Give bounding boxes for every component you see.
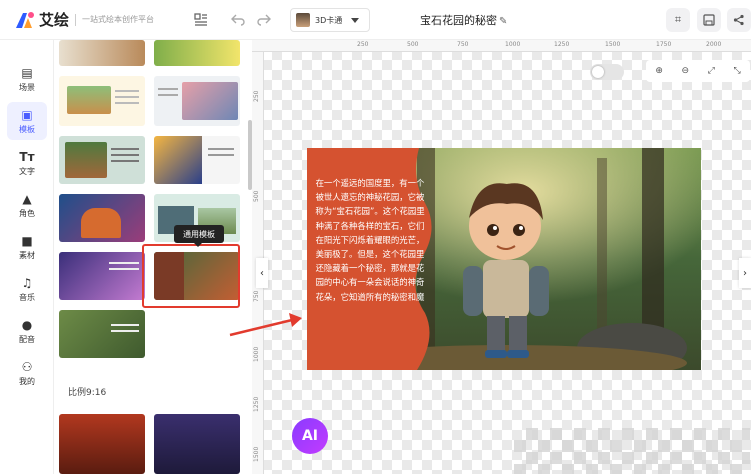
ruler-label: 1000 (253, 346, 260, 362)
save-icon (703, 14, 715, 26)
template-thumbnail[interactable] (59, 76, 145, 126)
sidebar-item-template[interactable]: ▣ 模板 (7, 102, 47, 140)
horizontal-ruler: 250 500 750 1000 1250 1500 1750 2000 (252, 40, 751, 52)
sidebar-item-label: 素材 (19, 250, 35, 260)
sidebar-item-music[interactable]: ♫ 音乐 (7, 270, 47, 308)
ruler-label: 500 (407, 41, 419, 48)
ai-button[interactable]: AI (292, 418, 328, 454)
character-icon: ▲ (22, 191, 32, 206)
ruler-label: 750 (253, 290, 260, 302)
chevron-down-icon (351, 18, 359, 23)
chevron-left-icon[interactable]: ‹ (256, 258, 268, 288)
style-thumbnail (296, 13, 310, 27)
ruler-label: 1500 (605, 41, 621, 48)
chevron-right-icon[interactable]: › (739, 258, 751, 288)
editor-canvas[interactable]: 250 500 750 1000 1250 1500 1750 2000 250… (252, 40, 751, 474)
sidebar-item-label: 我的 (19, 376, 35, 386)
ruler-label: 1250 (554, 41, 570, 48)
ruler-label: 1500 (253, 446, 260, 462)
zoom-out-icon[interactable]: ⊖ (681, 66, 689, 76)
blurred-region (514, 428, 750, 474)
screenshot-button[interactable]: ⌗ (666, 8, 690, 32)
fit-screen-icon[interactable]: ⤢ (708, 66, 715, 76)
sidebar-item-label: 模板 (19, 124, 35, 134)
sidebar-item-scene[interactable]: ▤ 场景 (7, 60, 47, 98)
sidebar-item-label: 配音 (19, 334, 35, 344)
template-thumbnail[interactable] (154, 136, 240, 184)
story-page[interactable]: 在一个遥远的国度里，有一个被世人遗忘的神秘花园，它被称为“宝石花园”。这个花园里… (307, 148, 701, 370)
material-icon: ■ (21, 233, 33, 248)
template-thumbnail[interactable] (154, 40, 240, 66)
template-thumbnail[interactable] (59, 414, 145, 474)
sidebar-item-text[interactable]: Tт 文字 (7, 144, 47, 182)
style-selector-label: 3D卡通 (315, 15, 343, 25)
highlight-frame (142, 244, 240, 308)
template-thumbnail[interactable] (154, 76, 240, 126)
sidebar-item-label: 角色 (19, 208, 35, 218)
screenshot-icon: ⌗ (674, 13, 682, 26)
style-selector[interactable]: 3D卡通 (290, 8, 370, 32)
zoom-controls: ⊕ ⊖ ⤢ ⤡ (646, 60, 750, 82)
ruler-label: 2000 (706, 41, 722, 48)
ruler-label: 750 (457, 41, 469, 48)
document-title[interactable]: 宝石花园的秘密 ✎ (420, 12, 507, 28)
ratio-label: 比例9:16 (68, 388, 107, 398)
sidebar: ▤ 场景 ▣ 模板 Tт 文字 ▲ 角色 ■ 素材 ♫ 音乐 ● 配音 ⚇ 我的 (0, 40, 54, 474)
template-icon: ▣ (21, 107, 33, 122)
ruler-label: 250 (253, 90, 260, 102)
ruler-label: 1000 (505, 41, 521, 48)
document-title-text: 宝石花园的秘密 (420, 14, 497, 27)
template-thumbnail[interactable] (59, 252, 145, 300)
logo-icon (14, 10, 36, 30)
sidebar-item-label: 音乐 (19, 292, 35, 302)
music-icon: ♫ (21, 275, 33, 290)
logo-divider (75, 13, 77, 26)
template-thumbnail[interactable] (59, 310, 145, 358)
sidebar-item-my[interactable]: ⚇ 我的 (7, 354, 47, 392)
template-tooltip: 通用模板 (174, 225, 224, 247)
layout-icon[interactable] (193, 12, 209, 28)
sidebar-item-label: 场景 (19, 82, 35, 92)
my-icon: ⚇ (21, 359, 33, 374)
sidebar-item-character[interactable]: ▲ 角色 (7, 186, 47, 224)
logo[interactable]: 艾绘 一站式绘本创作平台 (14, 9, 154, 30)
undo-icon[interactable] (230, 12, 246, 28)
share-button[interactable] (727, 8, 751, 32)
redo-icon[interactable] (256, 12, 272, 28)
text-icon: Tт (19, 149, 35, 164)
share-icon (733, 14, 744, 26)
ruler-label: 250 (357, 41, 369, 48)
top-bar: 艾绘 一站式绘本创作平台 3D卡通 宝石花园的秘密 ✎ ⌗ (0, 0, 751, 40)
template-thumbnail[interactable] (154, 414, 240, 474)
save-button[interactable] (697, 8, 721, 32)
canvas-toggle[interactable] (590, 64, 624, 80)
toggle-knob (592, 66, 604, 78)
story-text[interactable]: 在一个遥远的国度里，有一个被世人遗忘的神秘花园，它被称为“宝石花园”。这个花园里… (315, 176, 425, 304)
ruler-label: 500 (253, 190, 260, 202)
edit-icon[interactable]: ✎ (499, 16, 507, 27)
template-thumbnail[interactable] (59, 136, 145, 184)
sidebar-item-label: 文字 (19, 166, 35, 176)
actual-size-icon[interactable]: ⤡ (733, 66, 740, 76)
ruler-label: 1750 (656, 41, 672, 48)
sidebar-item-material[interactable]: ■ 素材 (7, 228, 47, 266)
template-thumbnail[interactable] (59, 40, 145, 66)
voice-icon: ● (21, 317, 33, 332)
logo-name: 艾绘 (39, 11, 70, 29)
scene-icon: ▤ (21, 65, 33, 80)
sidebar-item-voice[interactable]: ● 配音 (7, 312, 47, 350)
zoom-in-icon[interactable]: ⊕ (655, 66, 663, 76)
ruler-label: 1250 (253, 396, 260, 412)
logo-slogan: 一站式绘本创作平台 (82, 15, 155, 24)
template-thumbnail[interactable] (59, 194, 145, 242)
